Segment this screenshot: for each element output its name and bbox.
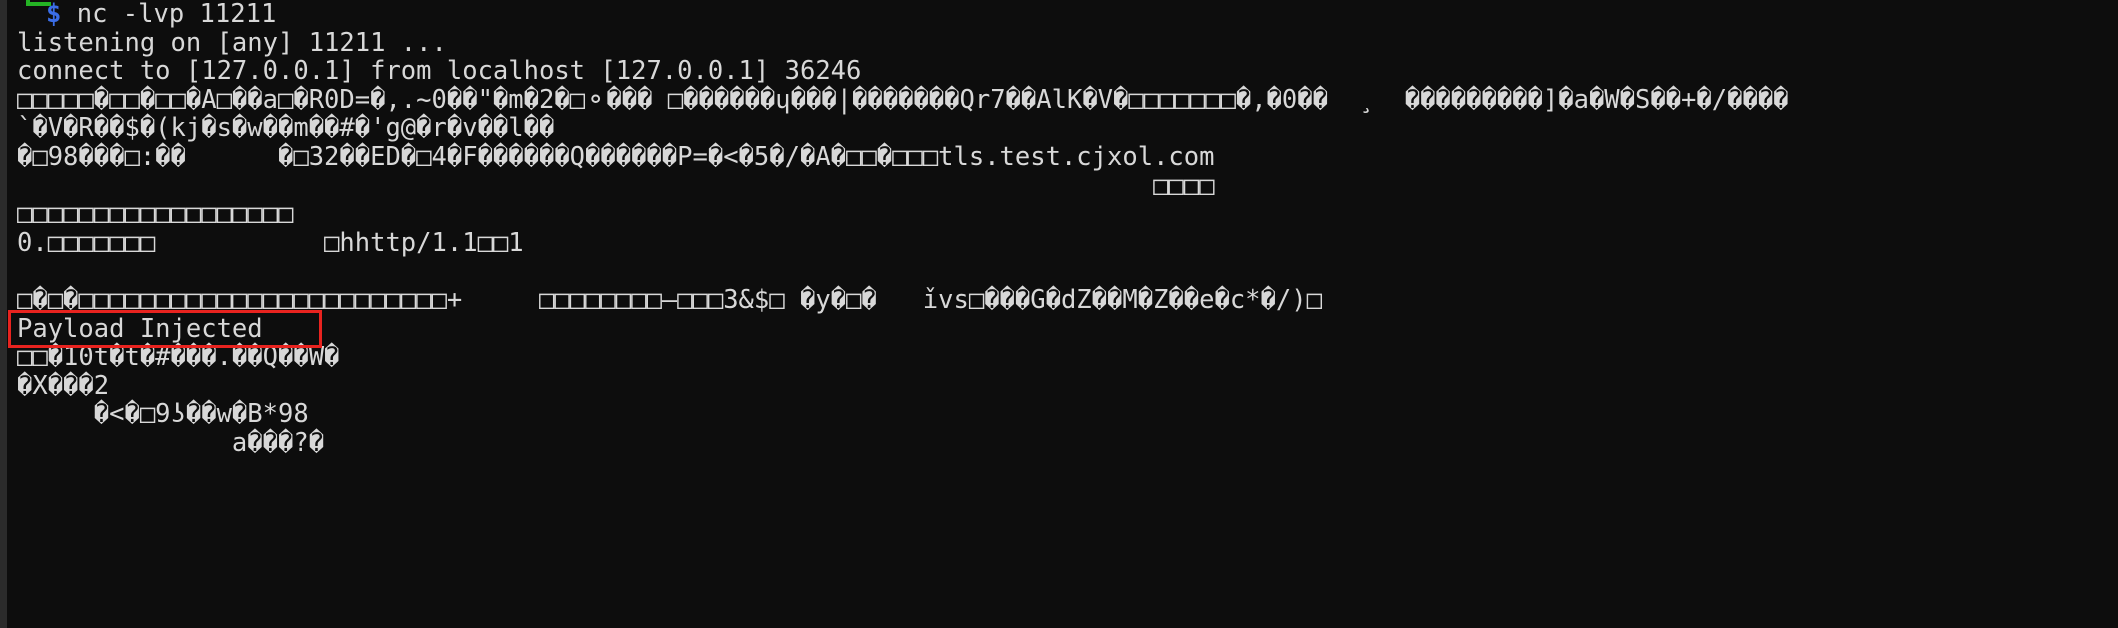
prompt-corner-icon <box>17 0 51 29</box>
output-line-payload-injected: Payload Injected <box>17 313 263 344</box>
command-nc: nc -lvp 11211 <box>76 0 277 29</box>
output-line-binary-11: a���?� <box>17 427 325 458</box>
output-line-binary-1: □□□□□�□□�□□�A□��a□�R0D=�,.~0��"�m�2�□⚬��… <box>17 84 1789 115</box>
prompt-command-text <box>61 0 76 29</box>
output-line-binary-4: □□□□ <box>17 170 1215 201</box>
output-line-listening: listening on [any] 11211 ... <box>17 27 447 58</box>
terminal-scrollback[interactable]: $ nc -lvp 11211 listening on [any] 11211… <box>0 0 2118 458</box>
output-line-hostname: �□98���□:�� �□32��ED�□4�F������Q������P=… <box>17 141 1215 172</box>
terminal-window[interactable]: $ nc -lvp 11211 listening on [any] 11211… <box>0 0 2118 628</box>
output-line-blank-1 <box>17 257 2118 286</box>
output-line-binary-8: □□�10t�t�#���.��Q��W� <box>17 342 340 373</box>
output-line-binary-5: □□□□□□□□□□□□□□□□□□ <box>17 199 294 230</box>
shell-prompt-line[interactable]: $ nc -lvp 11211 <box>17 0 2118 29</box>
output-line-binary-10: �<�□9ʖ��w�B*98 <box>17 399 309 430</box>
output-line-binary-2: `�V�R��$�(kj�s�w��m��#�'g@�r�v��l�� <box>17 113 555 144</box>
output-line-connect: connect to [127.0.0.1] from localhost [1… <box>17 56 862 87</box>
output-line-http: 0.□□□□□□□ □hhttp/1.1□□1 <box>17 227 524 258</box>
output-line-binary-7: □�□�□□□□□□□□□□□□□□□□□□□□□□□□+ □□□□□□□□–□… <box>17 284 1322 315</box>
output-line-binary-9: �X���2 <box>17 370 110 401</box>
